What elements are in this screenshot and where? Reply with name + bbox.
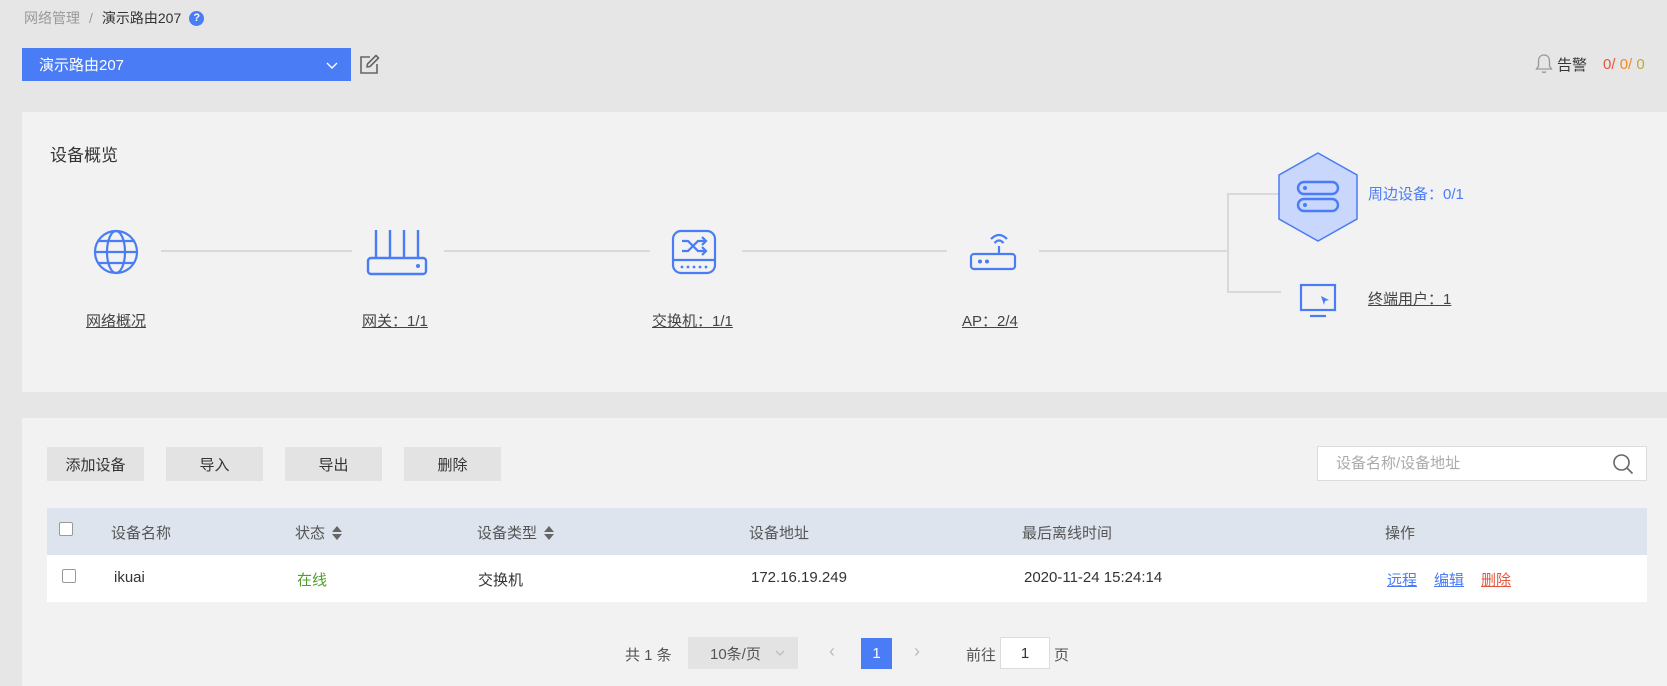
router-select-value: 演示路由207 — [39, 57, 125, 74]
globe-icon[interactable] — [92, 228, 140, 276]
breadcrumb: 网络管理 / 演示路由207 ? — [24, 8, 205, 28]
switch-link[interactable]: 交换机：1/1 — [652, 310, 733, 331]
export-button[interactable]: 导出 — [285, 447, 382, 481]
delete-button[interactable]: 删除 — [404, 447, 501, 481]
alarm-minor-count: 0 — [1636, 55, 1645, 73]
goto-label: 前往 — [966, 647, 997, 664]
page-size-value: 10条/页 — [710, 645, 761, 663]
device-overview-panel — [22, 112, 1667, 392]
router-icon[interactable] — [366, 228, 428, 280]
col-status-label: 状态 — [295, 525, 326, 542]
import-button[interactable]: 导入 — [166, 447, 263, 481]
col-device-name: 设备名称 — [111, 525, 172, 542]
device-search — [1317, 446, 1647, 481]
chevron-down-icon — [775, 650, 785, 656]
col-device-type[interactable]: 设备类型 — [477, 522, 555, 543]
remote-link[interactable]: 远程 — [1387, 569, 1417, 590]
monitor-icon[interactable] — [1299, 283, 1337, 319]
connector-line — [161, 250, 352, 252]
edit-icon[interactable] — [358, 54, 380, 76]
col-device-type-label: 设备类型 — [477, 525, 538, 542]
peripheral-device-icon[interactable] — [1275, 150, 1361, 244]
alarm-separator: / — [1611, 55, 1616, 73]
alarm-major-count: 0 — [1619, 55, 1629, 73]
ap-link[interactable]: AP：2/4 — [962, 310, 1018, 331]
prev-page-icon[interactable]: ‹ — [829, 641, 835, 662]
breadcrumb-network-management[interactable]: 网络管理 — [24, 8, 80, 28]
help-icon[interactable]: ? — [189, 10, 205, 26]
sort-icon[interactable] — [332, 525, 343, 540]
edit-link[interactable]: 编辑 — [1434, 569, 1464, 590]
connector-line — [1039, 250, 1229, 252]
terminal-users-link[interactable]: 终端用户：1 — [1368, 288, 1451, 309]
goto-page-input[interactable] — [1000, 637, 1050, 669]
bell-icon — [1535, 54, 1553, 74]
breadcrumb-separator: / — [89, 10, 93, 26]
add-device-button[interactable]: 添加设备 — [47, 447, 144, 481]
device-address-cell: 172.16.19.249 — [751, 569, 847, 586]
device-type-cell: 交换机 — [478, 572, 524, 589]
device-search-input[interactable] — [1336, 455, 1612, 472]
col-device-address: 设备地址 — [749, 525, 810, 542]
next-page-icon[interactable]: › — [914, 641, 920, 662]
col-last-offline-time: 最后离线时间 — [1022, 525, 1113, 542]
connector-line — [1227, 193, 1229, 293]
page-number-current[interactable]: 1 — [861, 638, 892, 669]
alarm-summary[interactable]: 告警 0/ 0/ 0 — [1535, 53, 1645, 75]
access-point-icon[interactable] — [969, 228, 1017, 272]
row-checkbox[interactable] — [62, 569, 76, 583]
page-size-select[interactable]: 10条/页 — [688, 637, 798, 669]
col-status[interactable]: 状态 — [295, 522, 343, 543]
breadcrumb-current-router: 演示路由207 — [101, 10, 182, 26]
select-all-checkbox[interactable] — [59, 522, 73, 536]
network-overview-link[interactable]: 网络概况 — [86, 310, 146, 331]
chevron-down-icon — [326, 62, 338, 69]
overview-title: 设备概览 — [50, 146, 118, 165]
switch-icon[interactable] — [670, 228, 718, 276]
sort-icon[interactable] — [544, 525, 555, 540]
delete-link[interactable]: 删除 — [1481, 569, 1511, 590]
peripheral-devices-link[interactable]: 周边设备：0/1 — [1368, 183, 1464, 204]
last-offline-time-cell: 2020-11-24 15:24:14 — [1024, 569, 1163, 586]
page-unit-label: 页 — [1054, 647, 1070, 664]
search-icon[interactable] — [1612, 453, 1634, 475]
col-actions: 操作 — [1385, 525, 1416, 542]
router-select[interactable]: 演示路由207 — [22, 48, 351, 81]
gateway-link[interactable]: 网关：1/1 — [362, 310, 428, 331]
connector-line — [1227, 193, 1281, 195]
alarm-separator: / — [1628, 55, 1633, 73]
alarm-counts: 0/ 0/ 0 — [1603, 56, 1645, 73]
device-name-cell: ikuai — [114, 569, 145, 586]
connector-line — [444, 250, 650, 252]
alarm-label: 告警 — [1557, 56, 1588, 74]
pagination-total: 共 1 条 — [625, 647, 672, 664]
status-cell: 在线 — [297, 572, 328, 589]
connector-line — [1227, 291, 1281, 293]
connector-line — [742, 250, 947, 252]
